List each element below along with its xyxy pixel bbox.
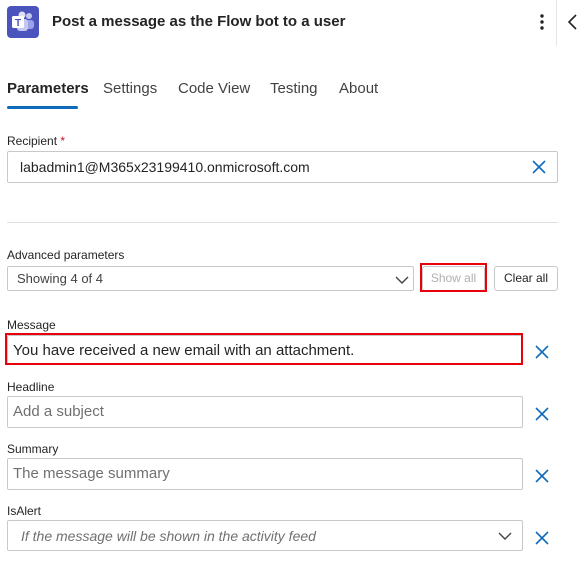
message-label: Message xyxy=(7,318,56,332)
show-all-button[interactable]: Show all xyxy=(422,266,485,291)
action-title: Post a message as the Flow bot to a user xyxy=(52,13,346,30)
advanced-parameters-dropdown[interactable]: Showing 4 of 4 xyxy=(7,266,414,291)
summary-field[interactable]: The message summary xyxy=(7,458,523,490)
active-tab-indicator xyxy=(7,106,78,109)
message-value: You have received a new email with an at… xyxy=(13,342,355,359)
microsoft-teams-icon: T xyxy=(7,6,39,38)
recipient-value: labadmin1@M365x23199410.onmicrosoft.com xyxy=(20,159,310,175)
tab-settings[interactable]: Settings xyxy=(103,80,157,97)
required-marker: * xyxy=(60,134,66,148)
clear-recipient-icon[interactable] xyxy=(530,158,548,176)
svg-text:T: T xyxy=(15,18,21,29)
headline-label: Headline xyxy=(7,380,55,394)
chevron-down-icon xyxy=(395,276,409,284)
tab-testing[interactable]: Testing xyxy=(270,80,318,97)
header-divider xyxy=(556,0,557,46)
isalert-dropdown[interactable]: If the message will be shown in the acti… xyxy=(7,520,523,551)
message-field[interactable]: You have received a new email with an at… xyxy=(7,335,522,364)
clear-all-button[interactable]: Clear all xyxy=(494,266,558,291)
tab-parameters[interactable]: Parameters xyxy=(7,80,89,97)
advanced-parameters-label: Advanced parameters xyxy=(7,248,125,262)
advanced-parameters-value: Showing 4 of 4 xyxy=(17,271,104,286)
headline-placeholder: Add a subject xyxy=(13,403,104,420)
summary-label: Summary xyxy=(7,442,59,456)
chevron-left-icon[interactable] xyxy=(564,11,582,33)
recipient-field[interactable]: labadmin1@M365x23199410.onmicrosoft.com xyxy=(7,151,558,183)
summary-placeholder: The message summary xyxy=(13,465,170,482)
chevron-down-icon xyxy=(498,532,512,540)
panel-header: T Post a message as the Flow bot to a us… xyxy=(0,0,588,46)
isalert-label: IsAlert xyxy=(7,504,42,518)
headline-field[interactable]: Add a subject xyxy=(7,396,523,428)
section-divider xyxy=(7,222,558,223)
recipient-label: Recipient * xyxy=(7,134,65,148)
recipient-label-text: Recipient xyxy=(7,134,58,148)
more-options-icon[interactable] xyxy=(534,10,550,34)
remove-message-icon[interactable] xyxy=(533,343,551,361)
remove-isalert-icon[interactable] xyxy=(533,529,551,547)
remove-summary-icon[interactable] xyxy=(533,467,551,485)
isalert-placeholder: If the message will be shown in the acti… xyxy=(21,528,316,544)
tab-code-view[interactable]: Code View xyxy=(178,80,250,97)
tab-about[interactable]: About xyxy=(339,80,378,97)
remove-headline-icon[interactable] xyxy=(533,405,551,423)
